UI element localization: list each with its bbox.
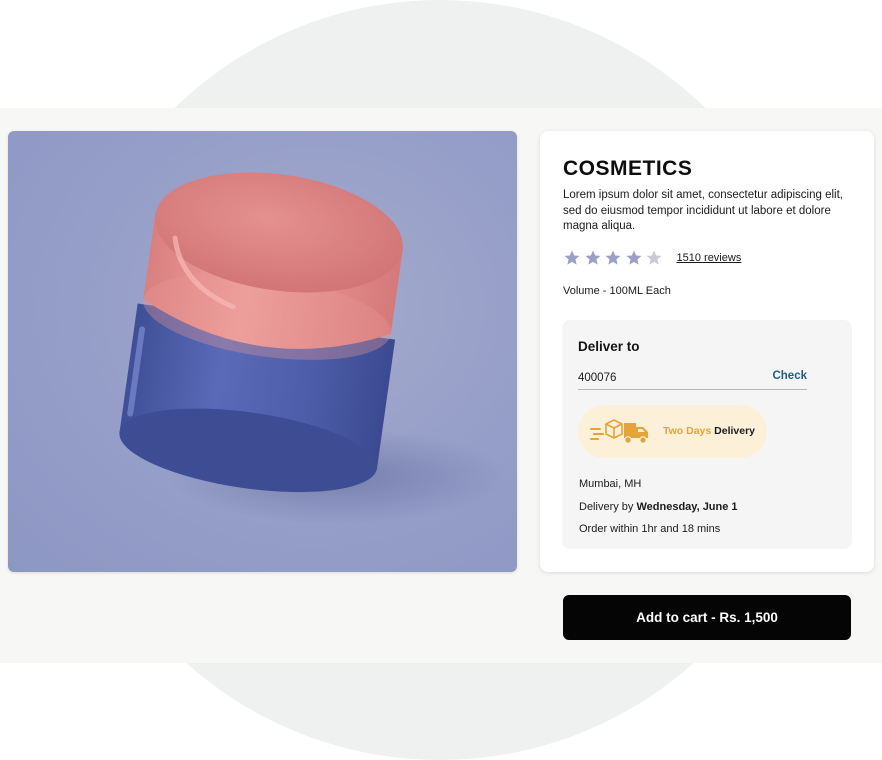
check-button[interactable]: Check xyxy=(772,370,807,382)
add-to-cart-button[interactable]: Add to cart - Rs. 1,500 xyxy=(563,595,851,640)
delivery-badge-bold: Delivery xyxy=(714,425,756,437)
delivery-badge: Two Days Delivery xyxy=(578,405,767,458)
delivery-section: Deliver to Check xyxy=(562,320,852,549)
rating-row: 1510 reviews xyxy=(563,249,741,267)
delivery-location: Mumbai, MH xyxy=(579,478,642,490)
star-filled-icon xyxy=(605,250,621,265)
star-filled-icon xyxy=(626,250,641,265)
delivery-badge-accent: Two Days xyxy=(663,425,712,437)
product-description: Lorem ipsum dolor sit amet, consectetur … xyxy=(563,189,843,232)
product-info-card: COSMETICS Lorem ipsum dolor sit amet, co… xyxy=(540,131,874,572)
product-volume: Volume - 100ML Each xyxy=(563,285,671,297)
reviews-link[interactable]: 1510 reviews xyxy=(677,252,742,264)
pincode-row: Check xyxy=(578,369,807,390)
star-empty-icon xyxy=(646,250,662,265)
delivery-date: Wednesday, June 1 xyxy=(636,501,738,513)
page: COSMETICS Lorem ipsum dolor sit amet, co… xyxy=(0,0,882,760)
pincode-input[interactable] xyxy=(578,369,758,387)
star-filled-icon xyxy=(564,250,580,265)
product-title: COSMETICS xyxy=(563,157,693,180)
delivery-by-prefix: Delivery by xyxy=(579,501,634,513)
delivery-by: Delivery by Wednesday, June 1 xyxy=(579,501,738,513)
delivery-badge-text: Two Days Delivery xyxy=(663,425,755,437)
star-filled-icon xyxy=(585,250,600,265)
product-image xyxy=(8,131,517,572)
order-within: Order within 1hr and 18 mins xyxy=(579,523,721,535)
cosmetic-jar-illustration xyxy=(119,172,508,524)
delivery-truck-icon xyxy=(590,419,648,444)
deliver-to-heading: Deliver to xyxy=(578,339,640,354)
